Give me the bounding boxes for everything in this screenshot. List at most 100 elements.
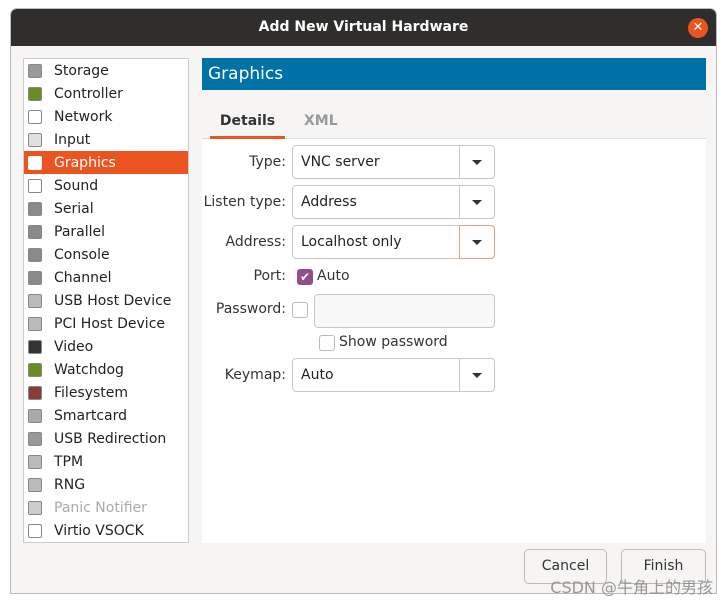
password-label: Password:	[215, 301, 286, 317]
chevron-down-icon	[472, 199, 482, 205]
rng-gear-icon	[28, 477, 42, 492]
sidebar-item-label: RNG	[54, 476, 86, 493]
sidebar-item-label: Smartcard	[54, 407, 128, 424]
usb-redirection-icon	[28, 431, 42, 446]
vsock-icon	[28, 523, 42, 538]
sidebar-item-label: Filesystem	[54, 384, 129, 401]
sidebar-item-label: Virtio VSOCK	[54, 522, 144, 539]
port-auto-checkbox[interactable]: ✔	[297, 269, 313, 285]
sidebar-item-console[interactable]: Console	[24, 243, 188, 266]
listen-type-dropdown-button[interactable]	[459, 186, 494, 218]
tab-details[interactable]: Details	[210, 106, 285, 139]
sidebar-item-panic-notifier[interactable]: Panic Notifier	[24, 496, 188, 519]
sidebar-item-label: USB Host Device	[54, 292, 172, 309]
password-input[interactable]	[314, 294, 495, 328]
sidebar-item-usb-host-device[interactable]: USB Host Device	[24, 289, 188, 312]
chevron-down-icon	[472, 372, 482, 378]
sidebar-item-label: Input	[54, 131, 91, 148]
sidebar-item-label: Video	[54, 338, 94, 355]
sidebar-item-label: TPM	[54, 453, 84, 470]
hardware-type-list: Storage Controller Network Input Graphics Sou…	[23, 58, 189, 543]
sidebar-item-network[interactable]: Network	[24, 105, 188, 128]
sidebar-item-label: Parallel	[54, 223, 106, 240]
show-password-label: Show password	[339, 334, 448, 350]
sidebar-item-video[interactable]: Video	[24, 335, 188, 358]
listen-type-dropdown[interactable]: Address	[292, 185, 495, 219]
sidebar-item-virtio-vsock[interactable]: Virtio VSOCK	[24, 519, 188, 542]
panic-gear-icon	[28, 500, 42, 515]
sidebar-item-graphics[interactable]: Graphics	[24, 151, 188, 174]
listen-type-value: Address	[301, 194, 357, 210]
address-value: Localhost only	[301, 234, 402, 250]
keymap-dropdown-button[interactable]	[459, 359, 494, 391]
type-dropdown[interactable]: VNC server	[292, 145, 495, 179]
serial-icon	[28, 201, 42, 216]
chevron-down-icon	[472, 159, 482, 165]
sidebar-item-input[interactable]: Input	[24, 128, 188, 151]
address-dropdown-button[interactable]	[459, 225, 495, 259]
watchdog-icon	[28, 362, 42, 377]
sidebar-item-label: Panic Notifier	[54, 499, 147, 516]
port-auto-label: Auto	[317, 268, 350, 284]
sidebar-item-serial[interactable]: Serial	[24, 197, 188, 220]
watermark: CSDN @牛角上的男孩	[550, 578, 713, 597]
sidebar-item-label: PCI Host Device	[54, 315, 166, 332]
controller-icon	[28, 86, 42, 101]
tab-bar: Details XML	[202, 106, 706, 139]
sidebar-item-filesystem[interactable]: Filesystem	[24, 381, 188, 404]
close-icon[interactable]: ✕	[688, 18, 708, 38]
check-icon: ✔	[299, 270, 311, 284]
sidebar-item-tpm[interactable]: TPM	[24, 450, 188, 473]
chip-icon	[28, 454, 42, 469]
smartcard-icon	[28, 408, 42, 423]
port-label: Port:	[253, 268, 286, 284]
monitor-icon	[28, 155, 42, 170]
sidebar-item-label: Console	[54, 246, 110, 263]
sidebar-item-pci-host-device[interactable]: PCI Host Device	[24, 312, 188, 335]
sidebar-item-label: Sound	[54, 177, 99, 194]
sidebar-item-usb-redirection[interactable]: USB Redirection	[24, 427, 188, 450]
type-label: Type:	[249, 154, 286, 170]
section-header: Graphics	[202, 58, 706, 90]
folder-icon	[28, 385, 42, 400]
address-dropdown[interactable]: Localhost only	[292, 225, 495, 259]
sidebar-item-label: Controller	[54, 85, 123, 102]
section-title: Graphics	[208, 64, 284, 84]
address-label: Address:	[225, 234, 286, 250]
sidebar-item-label: Channel	[54, 269, 112, 286]
sidebar-item-label: Graphics	[54, 154, 116, 171]
pci-gear-icon	[28, 316, 42, 331]
sidebar-item-label: Serial	[54, 200, 94, 217]
keymap-dropdown[interactable]: Auto	[292, 358, 495, 392]
sidebar-item-storage[interactable]: Storage	[24, 59, 188, 82]
mouse-icon	[28, 132, 42, 147]
sidebar-item-smartcard[interactable]: Smartcard	[24, 404, 188, 427]
listen-type-label: Listen type:	[203, 194, 286, 210]
sidebar-item-label: Storage	[54, 62, 109, 79]
sidebar-item-sound[interactable]: Sound	[24, 174, 188, 197]
sidebar-item-label: Watchdog	[54, 361, 124, 378]
keymap-label: Keymap:	[224, 367, 286, 383]
sidebar-item-rng[interactable]: RNG	[24, 473, 188, 496]
type-dropdown-button[interactable]	[459, 146, 494, 178]
sidebar-item-watchdog[interactable]: Watchdog	[24, 358, 188, 381]
details-panel: Type: VNC server Listen type: Address Ad…	[202, 139, 706, 543]
show-password-checkbox[interactable]	[319, 335, 335, 351]
dialog-window: Add New Virtual Hardware ✕ Storage Contro…	[10, 8, 717, 594]
type-value: VNC server	[301, 154, 380, 170]
tab-xml[interactable]: XML	[304, 106, 338, 139]
sidebar-item-channel[interactable]: Channel	[24, 266, 188, 289]
console-icon	[28, 247, 42, 262]
password-checkbox[interactable]	[292, 302, 308, 318]
sidebar-item-label: USB Redirection	[54, 430, 167, 447]
storage-icon	[28, 63, 42, 78]
video-icon	[28, 339, 42, 354]
sound-icon	[28, 178, 42, 193]
network-icon	[28, 109, 42, 124]
sidebar-item-parallel[interactable]: Parallel	[24, 220, 188, 243]
sidebar-item-controller[interactable]: Controller	[24, 82, 188, 105]
keymap-value: Auto	[301, 367, 334, 383]
channel-icon	[28, 270, 42, 285]
chevron-down-icon	[472, 239, 482, 245]
parallel-icon	[28, 224, 42, 239]
